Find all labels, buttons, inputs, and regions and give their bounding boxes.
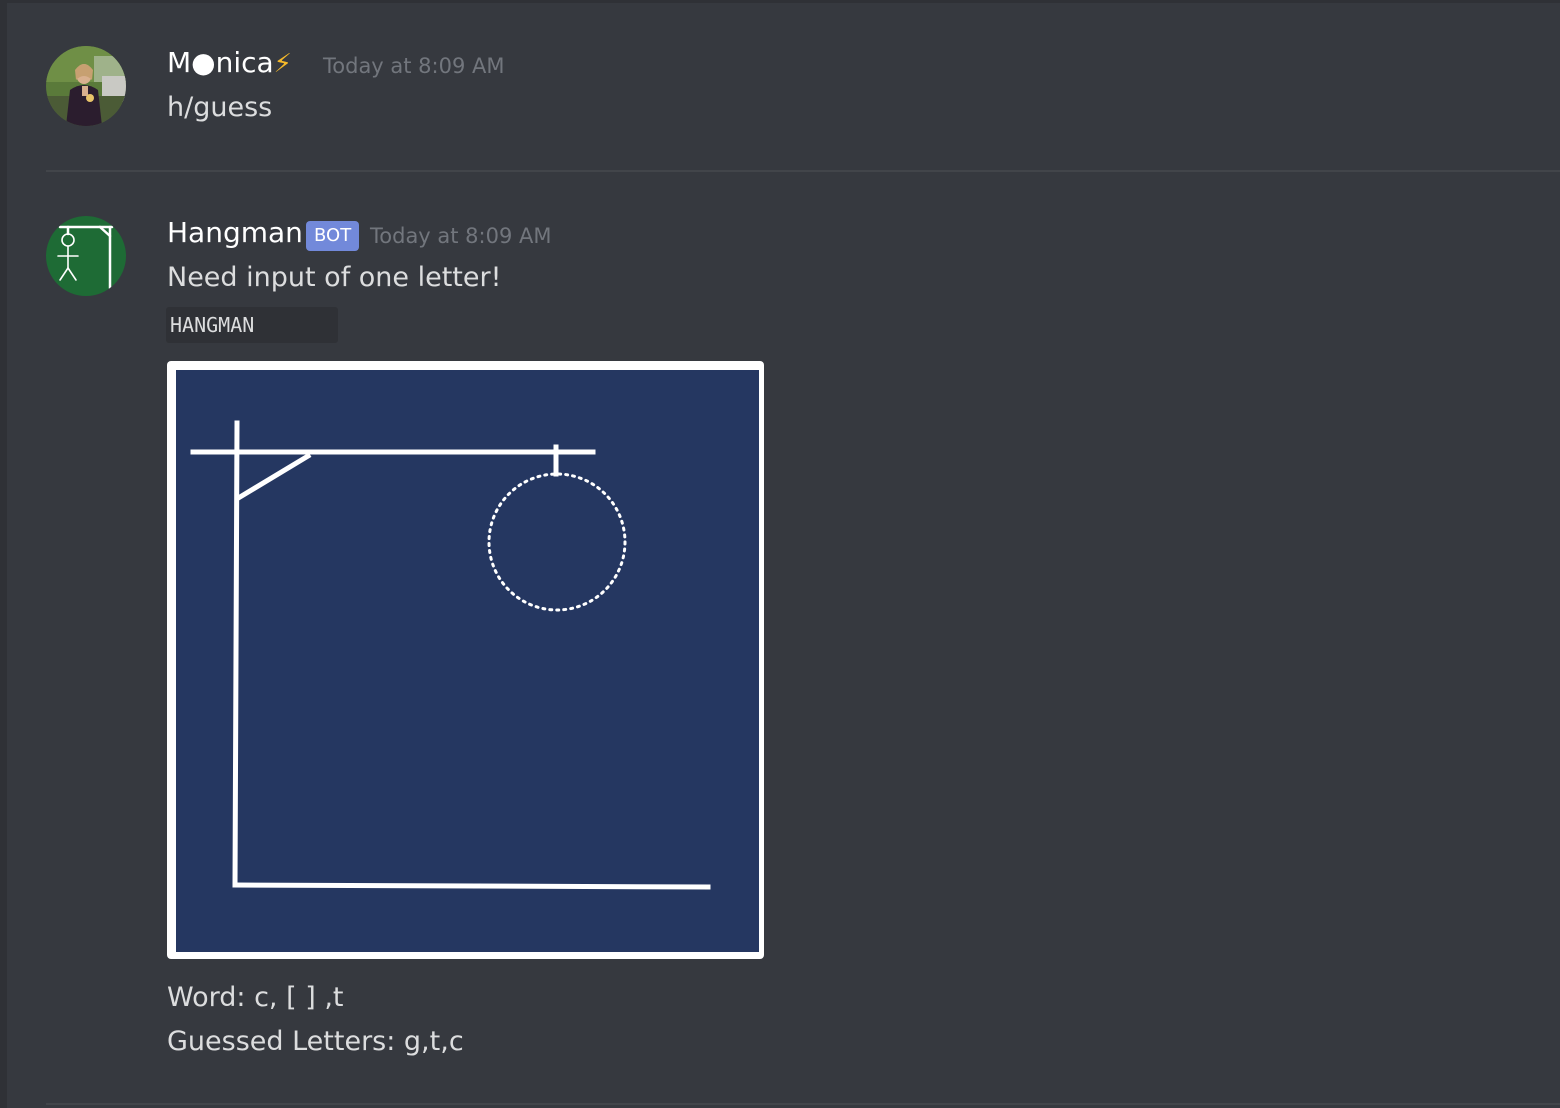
message-author[interactable]: Hangman [167,216,303,250]
guessed-letters: Guessed Letters: g,t,c [167,1026,464,1057]
monica-avatar[interactable] [46,46,126,126]
hangman-board-image[interactable] [167,361,764,959]
bot-tag: BOT [306,221,360,251]
message-timestamp[interactable]: Today at 8:09 AM [370,221,552,251]
message-timestamp[interactable]: Today at 8:09 AM [323,51,505,81]
message-content: h/guess [167,92,273,123]
top-border [0,0,1560,3]
board-background [176,370,759,952]
left-border [0,0,7,1108]
chat-view: M●nica⚡ Today at 8:09 AM h/guess Hangman… [0,0,1560,1108]
lightning-bolt-icon: ⚡ [273,49,292,79]
gallows-post [232,420,240,888]
hangman-avatar[interactable] [46,216,126,296]
word-status: Word: c, [ ] ,t [167,982,344,1013]
message-content: Need input of one letter! [167,262,502,293]
gallows-base [232,882,711,890]
message-divider [46,170,1560,172]
message-author[interactable]: M●nica⚡ [167,46,292,81]
author-name: M●nica [167,46,274,79]
message-divider [46,1103,1560,1105]
inline-code-chip: HANGMAN [166,307,338,343]
